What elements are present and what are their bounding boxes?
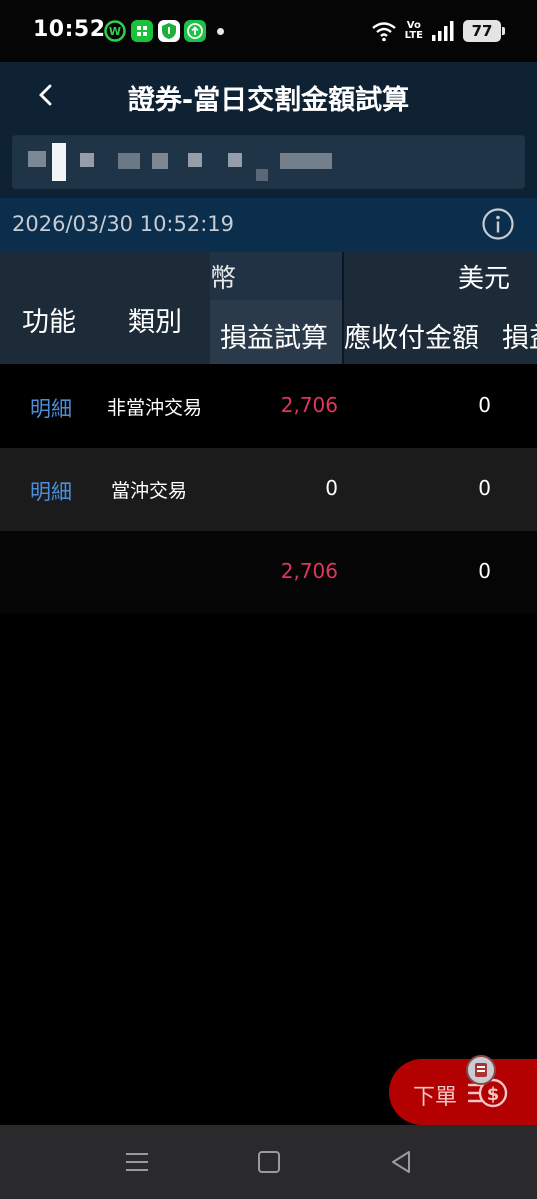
nav-home-button[interactable] [254, 1147, 284, 1177]
column-header-pl: 損益試算 [220, 323, 328, 354]
menu-icon [126, 1153, 148, 1171]
system-nav-bar [0, 1125, 537, 1199]
detail-link[interactable]: 明細 [30, 393, 72, 423]
order-badge-icon [466, 1055, 496, 1085]
receivable-cell: 0 [478, 476, 491, 500]
table-header: 幣 美元 功能 類別 損益試算 應收付金額 損益 [0, 252, 537, 364]
svg-text:$: $ [487, 1084, 500, 1105]
query-timestamp: 2026/03/30 10:52:19 [12, 212, 235, 236]
column-header-pl-usd: 損益 [502, 323, 537, 354]
timestamp-bar: 2026/03/30 10:52:19 [0, 198, 537, 252]
signal-icon [432, 21, 454, 41]
back-triangle-icon [392, 1151, 410, 1173]
app-header: 證券-當日交割金額試算 [0, 62, 537, 198]
notification-dot-icon [217, 28, 224, 35]
nav-back-button[interactable] [386, 1147, 416, 1177]
home-square-icon [258, 1151, 280, 1173]
detail-link[interactable]: 明細 [30, 476, 72, 506]
nav-menu-button[interactable] [122, 1147, 152, 1177]
wifi-icon [371, 22, 396, 42]
receivable-cell: 0 [478, 393, 491, 417]
webtoon-icon: W [104, 20, 126, 42]
table-row: 明細 非當沖交易 2,706 0 [0, 365, 537, 448]
order-button-label: 下單 [413, 1085, 458, 1110]
volte-indicator: Vo LTE [404, 20, 423, 41]
status-time: 10:52 [33, 17, 106, 42]
total-pl-cell: 2,706 [280, 559, 338, 583]
column-header-receivable: 應收付金額 [344, 323, 479, 354]
pl-cell: 0 [325, 476, 338, 500]
category-cell: 非當沖交易 [107, 397, 203, 419]
shield-app-icon [158, 20, 180, 42]
column-header-function: 功能 [22, 307, 76, 338]
info-button[interactable] [481, 207, 515, 241]
order-button[interactable]: 下單 $ [389, 1059, 537, 1125]
total-receivable-cell: 0 [478, 559, 491, 583]
green-app-icon [131, 20, 153, 42]
pl-cell: 2,706 [280, 393, 338, 417]
battery-icon: 77 [463, 20, 505, 42]
total-row: 2,706 0 [0, 531, 537, 614]
category-cell: 當沖交易 [111, 480, 188, 502]
column-header-category: 類別 [128, 307, 182, 338]
page-title: 證券-當日交割金額試算 [127, 85, 410, 116]
currency-group-1-label: 幣 [210, 264, 237, 294]
account-selector[interactable] [12, 135, 525, 189]
status-bar: 10:52 W Vo LTE 77 [0, 0, 537, 62]
currency-group-2-label: 美元 [457, 264, 510, 294]
table-row: 明細 當沖交易 0 0 [0, 448, 537, 531]
upload-app-icon [184, 20, 206, 42]
info-icon [482, 208, 514, 240]
svg-text:W: W [109, 25, 121, 38]
